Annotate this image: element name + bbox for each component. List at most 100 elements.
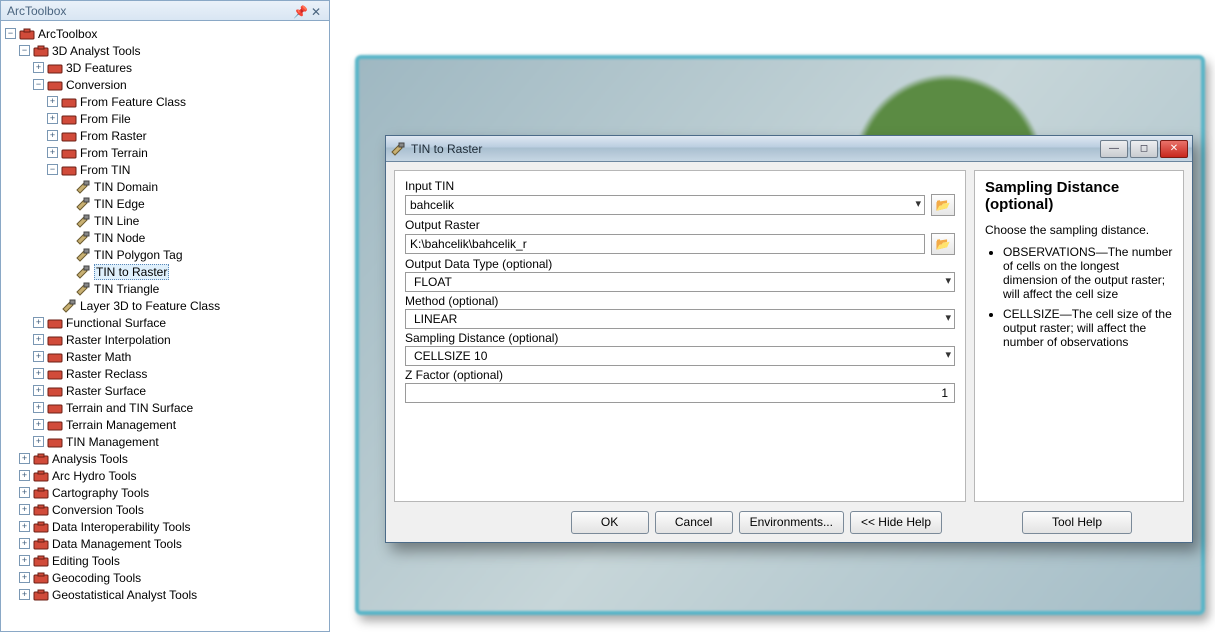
tree-datamgmt-tools[interactable]: + Data Management Tools (5, 535, 327, 552)
expander-icon[interactable]: + (47, 113, 58, 124)
expander-icon[interactable]: + (33, 351, 44, 362)
tree-tin-triangle[interactable]: TIN Triangle (5, 280, 327, 297)
dialog-titlebar[interactable]: TIN to Raster — ◻ ✕ (386, 136, 1192, 162)
tree-3d-analyst[interactable]: − 3D Analyst Tools (5, 42, 327, 59)
expander-icon[interactable]: + (19, 589, 30, 600)
expander-icon[interactable]: + (33, 317, 44, 328)
tree-root[interactable]: − ArcToolbox (5, 25, 327, 42)
expander-icon[interactable]: + (19, 487, 30, 498)
zfactor-field[interactable] (405, 383, 955, 403)
tree-from-raster[interactable]: + From Raster (5, 127, 327, 144)
tree-from-tin[interactable]: −From TIN (5, 161, 327, 178)
tree-tin-node[interactable]: TIN Node (5, 229, 327, 246)
expander-icon[interactable]: + (19, 538, 30, 549)
tree-editing-tools[interactable]: +Editing Tools (5, 552, 327, 569)
expander-icon[interactable]: + (19, 470, 30, 481)
tree-raster-interpolation[interactable]: + Raster Interpolation (5, 331, 327, 348)
toolset-icon (61, 95, 77, 109)
cancel-button[interactable]: Cancel (655, 511, 733, 534)
expander-icon[interactable]: + (47, 147, 58, 158)
expander-icon[interactable]: − (19, 45, 30, 56)
browse-input-tin-button[interactable]: 📂 (931, 194, 955, 216)
hammer-icon (390, 141, 406, 157)
tree-label: TIN to Raster (94, 264, 169, 280)
toolset-icon (47, 316, 63, 330)
tree-analysis-tools[interactable]: +Analysis Tools (5, 450, 327, 467)
toolbox-root-icon (19, 27, 35, 41)
tree-raster-math[interactable]: +Raster Math (5, 348, 327, 365)
dialog-form-panel: Input TIN 📂 Output Raster 📂 Output Data … (394, 170, 966, 502)
environments-button[interactable]: Environments... (739, 511, 844, 534)
tool-help-button[interactable]: Tool Help (1022, 511, 1132, 534)
output-raster-field[interactable] (405, 234, 925, 254)
tree-terrain-mgmt[interactable]: +Terrain Management (5, 416, 327, 433)
tree-functional-surface[interactable]: +Functional Surface (5, 314, 327, 331)
tree-label: TIN Domain (94, 180, 158, 194)
toolset-icon (47, 435, 63, 449)
tree-terrain-tin-surface[interactable]: +Terrain and TIN Surface (5, 399, 327, 416)
tree-geocoding-tools[interactable]: +Geocoding Tools (5, 569, 327, 586)
browse-output-raster-button[interactable]: 📂 (931, 233, 955, 255)
expander-icon[interactable]: + (33, 419, 44, 430)
expander-icon[interactable]: − (5, 28, 16, 39)
tree-tin-domain[interactable]: TIN Domain (5, 178, 327, 195)
tree-from-terrain[interactable]: +From Terrain (5, 144, 327, 161)
tree-tin-polygon-tag[interactable]: TIN Polygon Tag (5, 246, 327, 263)
hide-help-button[interactable]: << Hide Help (850, 511, 942, 534)
toolbox-icon (33, 486, 49, 500)
toolbox-icon (33, 571, 49, 585)
expander-icon[interactable]: + (33, 385, 44, 396)
expander-icon[interactable]: + (19, 504, 30, 515)
close-panel-icon[interactable]: ✕ (311, 5, 323, 17)
expander-icon[interactable]: + (19, 453, 30, 464)
input-tin-field[interactable] (405, 195, 925, 215)
tree-raster-surface[interactable]: +Raster Surface (5, 382, 327, 399)
sampling-distance-select[interactable] (405, 346, 955, 366)
method-label: Method (optional) (405, 294, 955, 308)
expander-icon[interactable]: + (33, 62, 44, 73)
tree-conversion[interactable]: − Conversion (5, 76, 327, 93)
method-select[interactable] (405, 309, 955, 329)
tree-3d-features[interactable]: + 3D Features (5, 59, 327, 76)
tree-conversion-tools[interactable]: +Conversion Tools (5, 501, 327, 518)
tree-raster-reclass[interactable]: + Raster Reclass (5, 365, 327, 382)
pin-icon[interactable]: 📌 (293, 5, 305, 17)
tree-datainterop-tools[interactable]: +Data Interoperability Tools (5, 518, 327, 535)
tree-label: TIN Line (94, 214, 139, 228)
tree-label: From Raster (80, 129, 147, 143)
tree-tin-edge[interactable]: TIN Edge (5, 195, 327, 212)
tree-label: Raster Reclass (66, 367, 147, 381)
output-datatype-select[interactable] (405, 272, 955, 292)
tree-cartography-tools[interactable]: +Cartography Tools (5, 484, 327, 501)
tree-label: Data Management Tools (52, 537, 182, 551)
minimize-button[interactable]: — (1100, 140, 1128, 158)
expander-icon[interactable]: + (19, 555, 30, 566)
tree-tin-mgmt[interactable]: +TIN Management (5, 433, 327, 450)
close-button[interactable]: ✕ (1160, 140, 1188, 158)
tree-label: Raster Interpolation (66, 333, 171, 347)
tree-tin-to-raster[interactable]: TIN to Raster (5, 263, 327, 280)
expander-icon[interactable]: − (33, 79, 44, 90)
tree-from-file[interactable]: +From File (5, 110, 327, 127)
expander-icon[interactable]: + (47, 130, 58, 141)
expander-icon[interactable]: + (47, 96, 58, 107)
tree-from-featureclass[interactable]: +From Feature Class (5, 93, 327, 110)
maximize-button[interactable]: ◻ (1130, 140, 1158, 158)
expander-icon[interactable]: − (47, 164, 58, 175)
expander-icon[interactable]: + (19, 521, 30, 532)
tree-archydro-tools[interactable]: +Arc Hydro Tools (5, 467, 327, 484)
expander-icon[interactable]: + (19, 572, 30, 583)
expander-icon[interactable]: + (33, 368, 44, 379)
expander-icon[interactable]: + (33, 402, 44, 413)
tree-geostat-tools[interactable]: +Geostatistical Analyst Tools (5, 586, 327, 603)
tree-layer3d-to-fc[interactable]: Layer 3D to Feature Class (5, 297, 327, 314)
toolset-icon (47, 78, 63, 92)
arctoolbox-tree[interactable]: − ArcToolbox − 3D Analyst Tools + 3D Fea… (1, 21, 329, 631)
tree-label: Layer 3D to Feature Class (80, 299, 220, 313)
tree-label: TIN Node (94, 231, 145, 245)
tree-tin-line[interactable]: TIN Line (5, 212, 327, 229)
expander-icon[interactable]: + (33, 436, 44, 447)
toolset-icon (47, 61, 63, 75)
ok-button[interactable]: OK (571, 511, 649, 534)
expander-icon[interactable]: + (33, 334, 44, 345)
